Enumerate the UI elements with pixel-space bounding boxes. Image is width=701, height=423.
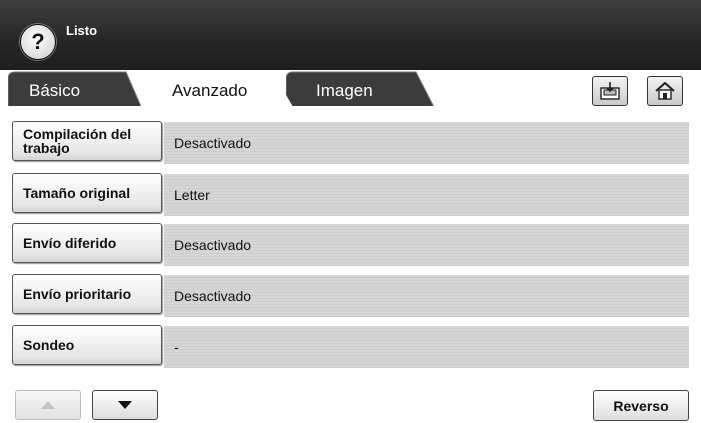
job-build-button[interactable]: Compilación del trabajo — [12, 121, 162, 161]
original-size-value: Letter — [164, 174, 689, 216]
delay-send-value: Desactivado — [164, 224, 689, 266]
priority-send-button[interactable]: Envío prioritario — [12, 274, 162, 314]
job-build-label: Compilación del trabajo — [23, 126, 132, 156]
tab-basico-label: Básico — [29, 81, 81, 100]
tray-button[interactable] — [592, 76, 628, 106]
original-size-button[interactable]: Tamaño original — [12, 173, 162, 213]
original-size-label: Tamaño original — [23, 185, 131, 201]
arrow-down-icon — [118, 401, 132, 409]
delay-send-label: Envío diferido — [23, 235, 117, 251]
scroll-up-button[interactable] — [15, 390, 81, 420]
scroll-down-button[interactable] — [92, 390, 158, 420]
tab-avanzado[interactable]: Avanzado — [140, 71, 298, 113]
arrow-up-icon — [41, 401, 55, 409]
help-icon: ? — [31, 29, 45, 54]
tab-basico[interactable]: Básico — [8, 71, 148, 111]
job-build-value: Desactivado — [164, 122, 689, 164]
home-button[interactable] — [647, 76, 683, 106]
tab-imagen[interactable]: Imagen — [286, 71, 438, 111]
polling-label: Sondeo — [23, 337, 75, 353]
delay-send-button[interactable]: Envío diferido — [12, 223, 162, 263]
tab-divider — [0, 106, 701, 112]
reverse-button[interactable]: Reverso — [593, 390, 689, 421]
priority-send-value: Desactivado — [164, 275, 689, 317]
reverse-label: Reverso — [613, 397, 669, 414]
priority-send-label: Envío prioritario — [23, 286, 132, 302]
tab-imagen-label: Imagen — [316, 81, 373, 100]
home-icon — [655, 82, 675, 100]
header-bar: ? Listo — [0, 0, 701, 70]
tray-icon — [600, 82, 620, 100]
tab-avanzado-label: Avanzado — [172, 81, 248, 100]
help-button[interactable]: ? — [20, 24, 56, 60]
status-text: Listo — [66, 23, 98, 38]
polling-value: - — [164, 326, 689, 368]
polling-button[interactable]: Sondeo — [12, 325, 162, 365]
